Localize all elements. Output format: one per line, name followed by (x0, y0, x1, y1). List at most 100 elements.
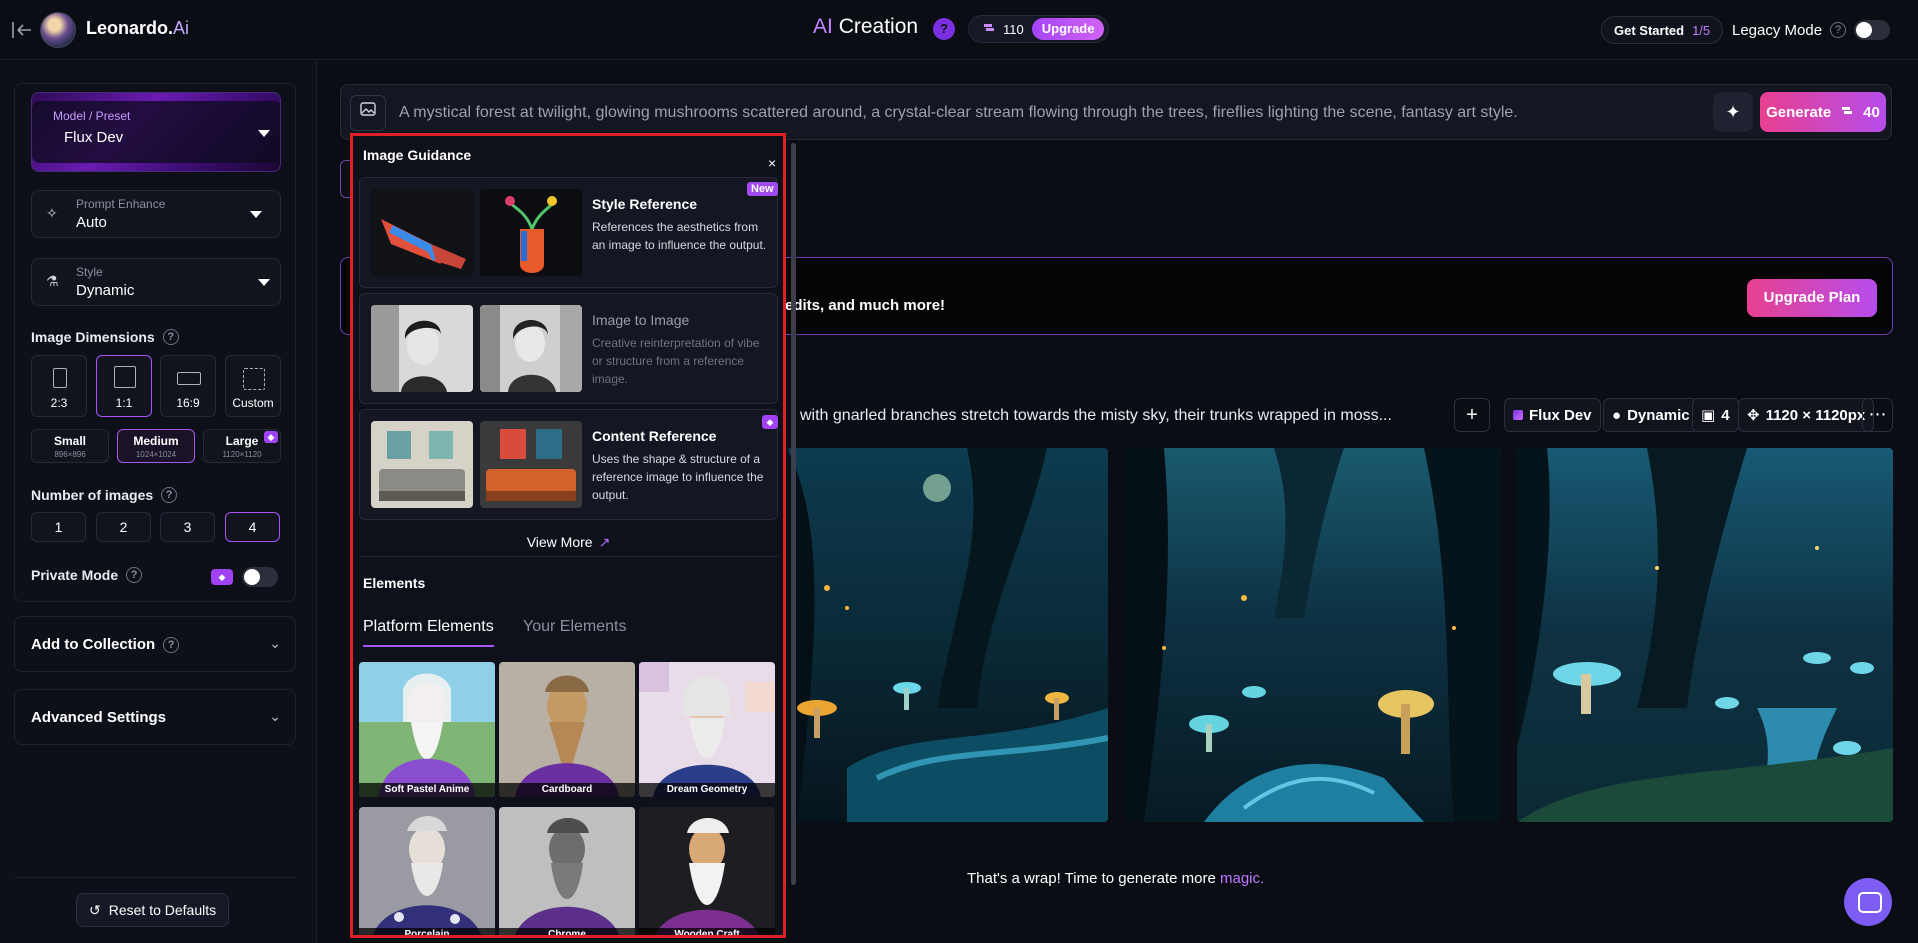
popup-title: Image Guidance (363, 147, 472, 163)
size-chip[interactable]: ✥ 1120 × 1120px (1738, 398, 1875, 432)
element-card[interactable]: Cardboard (499, 662, 635, 797)
prompt-input[interactable]: A mystical forest at twilight, glowing m… (399, 104, 1518, 122)
view-more-button[interactable]: View More ↗ (359, 527, 778, 557)
style-reference-desc: References the aesthetics from an image … (592, 220, 767, 252)
legacy-mode: Legacy Mode ? (1732, 20, 1891, 40)
style-reference-thumb-1 (371, 189, 473, 276)
size-medium-button[interactable]: Medium 1024×1024 (117, 429, 195, 463)
brand-ai-text: Ai (173, 18, 190, 38)
number-2-button[interactable]: 2 (96, 512, 151, 542)
prompt-enhance-chevron-down-icon (250, 211, 262, 218)
magic-sparkle-button[interactable]: ✦ (1713, 92, 1753, 132)
size-small-dims: 896×896 (54, 450, 86, 459)
element-card[interactable]: Dream Geometry (639, 662, 775, 797)
page-title: AI Creation (813, 15, 918, 39)
get-started-label: Get Started (1614, 22, 1685, 38)
image-upload-icon[interactable] (350, 95, 386, 131)
element-card[interactable]: Soft Pastel Anime (359, 662, 495, 797)
aspect-16-9-button[interactable]: 16:9 (160, 355, 216, 417)
style-chip[interactable]: ● Dynamic (1603, 398, 1699, 432)
upgrade-plan-button[interactable]: Upgrade Plan (1747, 279, 1877, 317)
size-small-button[interactable]: Small 896×896 (31, 429, 109, 463)
style-chip-label: Dynamic (1627, 406, 1690, 424)
element-card[interactable]: Porcelain (359, 807, 495, 935)
legacy-mode-toggle[interactable] (1854, 20, 1891, 40)
advanced-settings-row[interactable]: Advanced Settings ⌄ (14, 689, 296, 745)
app-window: Leonardo.Ai AI Creation ? 110 Upgrade Ge… (0, 0, 1918, 943)
prompt-enhance-label: Prompt Enhance (76, 197, 166, 211)
style-select[interactable]: ⚗ Style Dynamic (31, 258, 281, 306)
style-reference-card[interactable]: Style Reference References the aesthetic… (359, 177, 778, 288)
number-of-images-label: Number of images (31, 487, 154, 503)
add-to-collection-row[interactable]: Add to Collection ? ⌄ (14, 616, 296, 672)
chat-support-icon[interactable] (1844, 878, 1892, 926)
aspect-2-3-label: 2:3 (50, 396, 68, 410)
premium-gem-icon: ◆ (264, 431, 278, 443)
aspect-1-1-button[interactable]: 1:1 (96, 355, 152, 417)
generate-button[interactable]: Generate 40 (1760, 92, 1886, 132)
close-icon[interactable]: × (768, 155, 776, 171)
tab-your-elements[interactable]: Your Elements (523, 618, 626, 645)
image-to-image-title: Image to Image (592, 312, 690, 328)
number-3-button[interactable]: 3 (160, 512, 215, 542)
generated-image-3[interactable] (1517, 448, 1893, 822)
reuse-prompt-button[interactable]: + (1454, 398, 1490, 432)
magic-link[interactable]: magic. (1220, 870, 1264, 887)
aspect-2-3-button[interactable]: 2:3 (31, 355, 87, 417)
private-help-icon[interactable]: ? (126, 567, 143, 583)
new-badge: New (747, 182, 778, 196)
tab-platform-elements[interactable]: Platform Elements (363, 618, 494, 647)
dimensions-help-icon[interactable]: ? (162, 329, 179, 345)
model-chevron-down-icon (258, 130, 270, 137)
content-reference-card[interactable]: Content Reference Uses the shape & struc… (359, 409, 778, 520)
square-shape-icon (114, 366, 136, 388)
number-4-button[interactable]: 4 (225, 512, 280, 542)
model-chip[interactable]: Flux Dev (1504, 398, 1601, 432)
aspect-16-9-label: 16:9 (176, 396, 200, 410)
number-help-icon[interactable]: ? (161, 487, 178, 503)
flask-icon: ⚗ (46, 273, 59, 289)
collection-help-icon[interactable]: ? (163, 636, 180, 653)
style-reference-thumb-2 (480, 189, 582, 276)
element-label: Soft Pastel Anime (359, 783, 495, 797)
private-mode-label: Private Mode (31, 567, 119, 583)
element-card[interactable]: Wooden Craft (639, 807, 775, 935)
images-icon: ▣ (1701, 407, 1716, 424)
element-label: Chrome (499, 928, 635, 935)
back-icon[interactable] (10, 18, 34, 42)
content-reference-desc: Uses the shape & structure of a referenc… (592, 452, 764, 502)
add-to-collection-title: Add to Collection ? (31, 636, 180, 653)
brand-name[interactable]: Leonardo.Ai (86, 18, 189, 39)
element-card[interactable]: Chrome (499, 807, 635, 935)
reset-icon: ↺ (89, 901, 101, 918)
wrap-message: That's a wrap! Time to generate more mag… (967, 870, 1264, 887)
generated-image-2[interactable] (1124, 448, 1501, 822)
token-count: 110 (1003, 21, 1024, 37)
number-1-button[interactable]: 1 (31, 512, 86, 542)
model-preset-selector[interactable]: Model / Preset Flux Dev (31, 92, 281, 172)
count-chip[interactable]: ▣ 4 (1692, 398, 1739, 432)
sidebar-divider (14, 877, 296, 878)
popup-scrollbar[interactable] (791, 143, 796, 885)
generate-label: Generate (1766, 103, 1832, 121)
aspect-custom-button[interactable]: Custom (225, 355, 281, 417)
help-icon[interactable]: ? (933, 18, 955, 40)
generated-image-1[interactable] (787, 448, 1108, 822)
content-reference-gem-icon: ◆ (762, 415, 778, 429)
get-started-button[interactable]: Get Started 1/5 (1601, 16, 1724, 44)
reset-to-defaults-button[interactable]: ↺ Reset to Defaults (76, 893, 230, 927)
upgrade-button[interactable]: Upgrade (1031, 18, 1105, 40)
private-mode-toggle[interactable] (242, 567, 278, 587)
brand-text: Leonardo. (86, 18, 174, 38)
legacy-help-icon[interactable]: ? (1830, 22, 1847, 38)
token-balance[interactable]: 110 Upgrade (968, 15, 1110, 43)
element-label: Porcelain (359, 928, 495, 935)
image-to-image-card[interactable]: Image to Image Creative reinterpretation… (359, 293, 778, 404)
prompt-enhance-select[interactable]: ✧ Prompt Enhance Auto (31, 190, 281, 238)
title-ai-text: AI (813, 15, 833, 38)
logo-avatar (40, 12, 76, 48)
prompt-bar: A mystical forest at twilight, glowing m… (340, 84, 1892, 140)
landscape-shape-icon (177, 372, 201, 385)
elements-title: Elements (363, 575, 426, 591)
more-options-icon[interactable]: ⋯ (1862, 398, 1893, 432)
